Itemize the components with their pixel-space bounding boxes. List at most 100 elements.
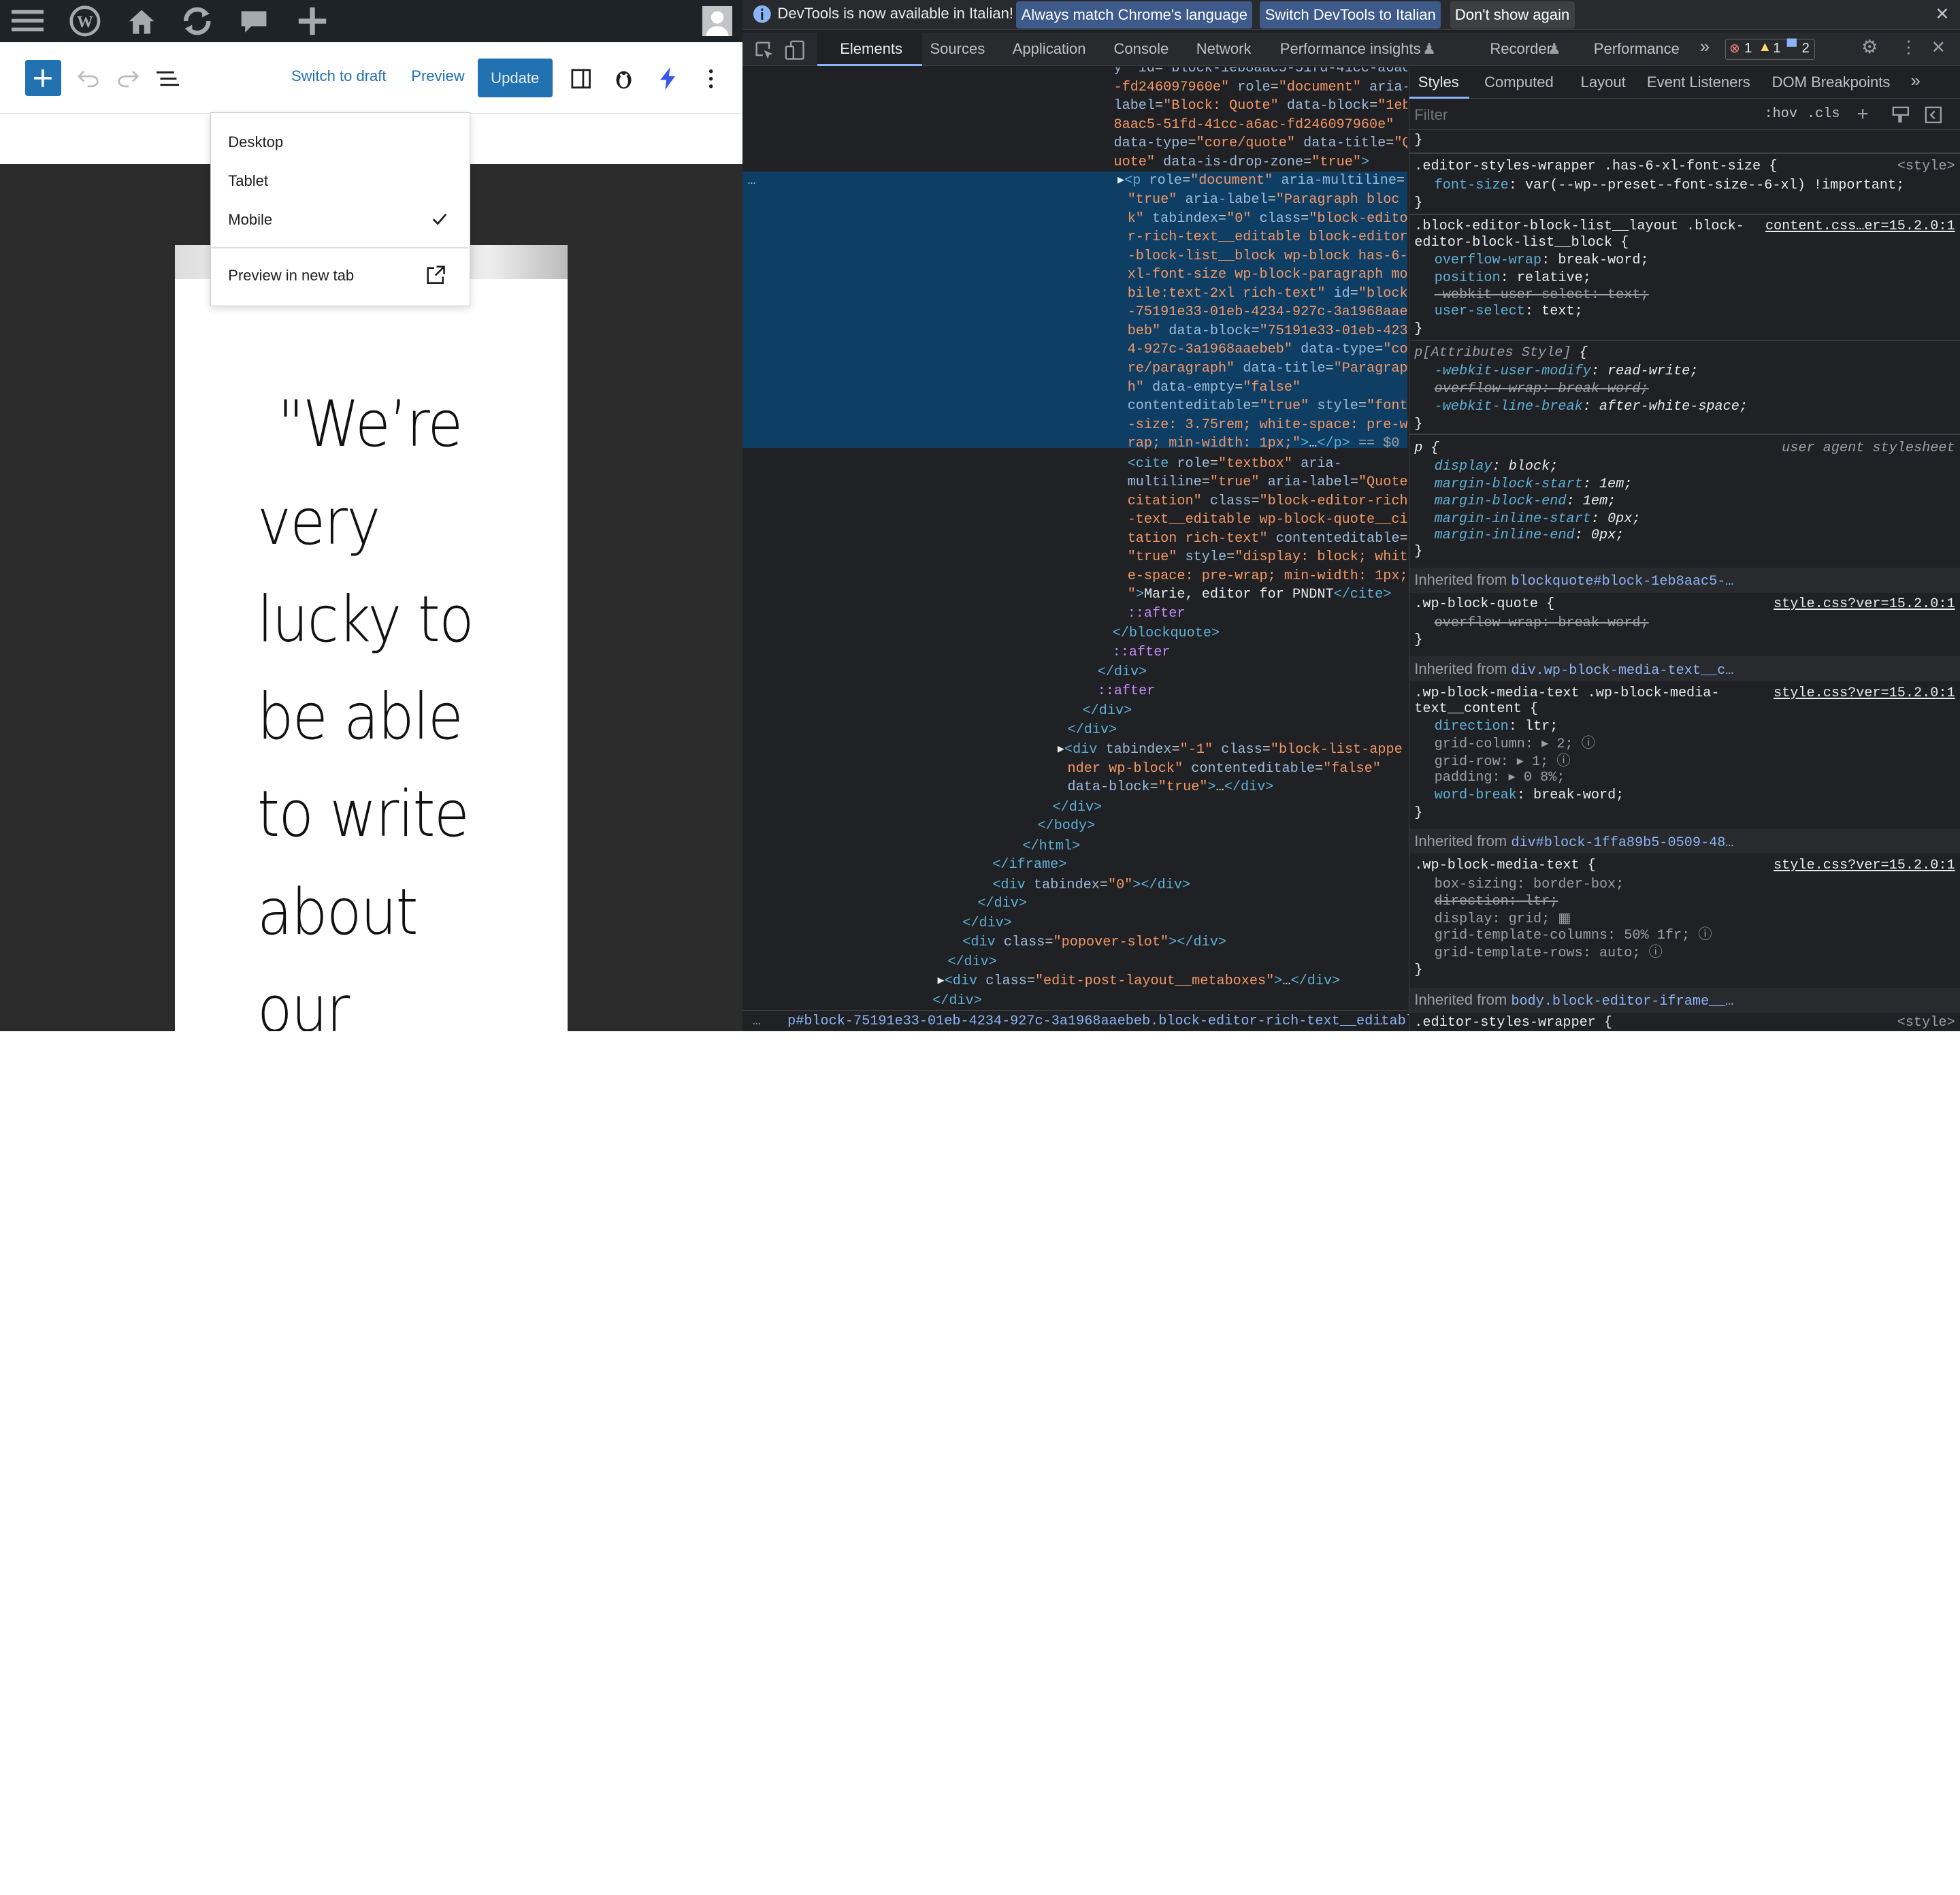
add-block-button[interactable] <box>24 60 61 97</box>
inherited-selector[interactable]: div#block-1ffa89b5-0509-48… <box>1511 835 1733 851</box>
settings-gear-icon[interactable]: ⚙ <box>1861 36 1878 58</box>
redo-button[interactable] <box>114 65 141 93</box>
inherited-selector[interactable]: body.block-editor-iframe__… <box>1511 994 1733 1009</box>
comments-icon[interactable] <box>229 0 278 42</box>
rule-source-link[interactable]: content.css…er=15.2.0:1 <box>1765 218 1955 234</box>
preview-desktop-item[interactable]: Desktop <box>228 133 283 151</box>
preview-mobile-item[interactable]: Mobile <box>228 211 272 229</box>
tab-sources[interactable]: Sources <box>930 40 985 58</box>
inherited-selector[interactable]: div.wp-block-media-text__c… <box>1511 663 1733 679</box>
lightning-icon <box>659 67 675 91</box>
undo-button[interactable] <box>75 65 102 93</box>
new-rule-icon[interactable]: + <box>1857 103 1868 126</box>
preview-tablet-item[interactable]: Tablet <box>228 172 268 190</box>
home-icon[interactable] <box>116 0 166 42</box>
breadcrumb-path[interactable]: p#block-75191e33-01eb-4234-927c-3a1968aa… <box>787 1014 1463 1029</box>
error-count: 1 <box>1744 40 1752 56</box>
styles-filter-input[interactable] <box>1414 103 1752 127</box>
info-icon <box>753 5 771 23</box>
preview-dropdown: Desktop Tablet Mobile Preview in new tab <box>210 112 470 306</box>
more-tabs-icon[interactable]: » <box>1700 37 1710 57</box>
updates-icon[interactable] <box>172 0 222 42</box>
sidebar-icon <box>571 69 591 88</box>
devtools-tabbar: Elements Sources Application Console Net… <box>742 32 1960 67</box>
svg-text:W: W <box>77 14 93 31</box>
tab-network[interactable]: Network <box>1196 40 1252 58</box>
quote-line[interactable]: lucky to <box>257 583 474 657</box>
quote-line[interactable]: our <box>257 973 350 1031</box>
tab-computed[interactable]: Computed <box>1484 74 1554 91</box>
inherited-header: Inherited from div#block-1ffa89b5-0509-4… <box>1409 828 1960 854</box>
toggle-sidebar-icon[interactable] <box>1925 106 1942 124</box>
inherited-selector[interactable]: blockquote#block-1eb8aac5-… <box>1511 574 1733 589</box>
tab-console[interactable]: Console <box>1113 40 1169 58</box>
rule-source-link[interactable]: style.css?ver=15.2.0:1 <box>1774 858 1955 873</box>
dont-show-again-button[interactable]: Don't show again <box>1450 1 1575 29</box>
styles-pane: Styles Computed Layout Event Listeners D… <box>1408 67 1960 1032</box>
tab-performance-insights[interactable]: Performance insights <box>1280 40 1421 58</box>
plus-icon <box>34 69 52 87</box>
quote-line[interactable]: about <box>257 875 419 950</box>
quote-line[interactable]: be able <box>257 680 463 754</box>
more-tabs-icon[interactable]: » <box>1910 71 1920 91</box>
redo-icon <box>118 70 139 88</box>
tab-elements[interactable]: Elements <box>817 32 923 67</box>
close-infobar-icon[interactable]: ✕ <box>1935 4 1950 25</box>
settings-sidebar-button[interactable] <box>568 65 595 93</box>
flask-icon: ♟ <box>1547 39 1561 57</box>
avatar[interactable] <box>693 0 742 42</box>
devtools-panel: DevTools is now available in Italian! Al… <box>742 0 1960 1032</box>
preview-new-tab-item[interactable]: Preview in new tab <box>228 267 354 285</box>
message-count: 2 <box>1801 40 1810 56</box>
rule-source-link[interactable]: style.css?ver=15.2.0:1 <box>1774 685 1955 701</box>
always-match-language-button[interactable]: Always match Chrome's language <box>1016 1 1253 29</box>
tab-elements-label: Elements <box>840 39 903 57</box>
inspect-element-icon[interactable] <box>754 40 774 60</box>
message-icon: ▀ <box>1786 39 1797 54</box>
tab-styles[interactable]: Styles <box>1409 67 1470 99</box>
rule-source: <style> <box>1897 1015 1955 1031</box>
elements-tree[interactable]: y" id="block-1eb8aac5-51fd-41cc-a6ac -fd… <box>742 67 1408 1011</box>
devtools-infobar: DevTools is now available in Italian! Al… <box>742 0 1960 31</box>
quote-line[interactable]: to write <box>257 777 470 852</box>
list-view-button[interactable] <box>154 65 181 93</box>
close-devtools-icon[interactable]: ✕ <box>1931 37 1946 58</box>
rule-source: user agent stylesheet <box>1782 440 1955 456</box>
wordpress-logo-icon[interactable]: W <box>60 0 110 42</box>
quote-line[interactable]: "We’re <box>278 387 463 461</box>
jetpack-button[interactable] <box>654 65 681 93</box>
quote-line[interactable]: very <box>257 485 380 560</box>
tab-recorder[interactable]: Recorder <box>1490 40 1552 58</box>
preview-button[interactable]: Preview <box>411 67 464 85</box>
more-vertical-icon <box>709 69 713 88</box>
tab-event-listeners[interactable]: Event Listeners <box>1647 74 1750 91</box>
tab-application[interactable]: Application <box>1013 40 1086 58</box>
penguin-icon <box>616 71 632 89</box>
wp-admin-bar: W <box>0 0 742 43</box>
rule-source: <style> <box>1897 159 1955 175</box>
styles-filter-bar: :hov .cls + <box>1409 100 1960 130</box>
breadcrumb[interactable]: … p#block-75191e33-01eb-4234-927c-3a1968… <box>742 1010 1463 1032</box>
plugin-button[interactable] <box>610 65 637 93</box>
inherited-header: Inherited from body.block-editor-iframe_… <box>1409 987 1960 1013</box>
paint-icon[interactable] <box>1892 106 1910 124</box>
rule-source-link[interactable]: style.css?ver=15.2.0:1 <box>1774 596 1955 612</box>
switch-to-draft-button[interactable]: Switch to draft <box>291 67 387 85</box>
switch-to-italian-button[interactable]: Switch DevTools to Italian <box>1260 1 1441 29</box>
tab-layout[interactable]: Layout <box>1581 74 1626 91</box>
options-button[interactable] <box>698 65 725 93</box>
hov-toggle[interactable]: :hov <box>1765 106 1797 122</box>
issues-counter[interactable]: ⊗ 1 ▲ 1 ▀ 2 <box>1725 38 1815 61</box>
cls-toggle[interactable]: .cls <box>1807 106 1840 122</box>
inherited-header: Inherited from div.wp-block-media-text__… <box>1409 656 1960 681</box>
device-toolbar-icon[interactable] <box>785 40 805 60</box>
new-content-icon[interactable] <box>287 0 337 42</box>
styles-tabbar: Styles Computed Layout Event Listeners D… <box>1409 67 1960 99</box>
more-vertical-icon[interactable]: ⋮ <box>1900 37 1918 58</box>
tab-dom-breakpoints[interactable]: DOM Breakpoints <box>1772 74 1891 91</box>
update-button[interactable]: Update <box>477 59 553 98</box>
flask-icon: ♟ <box>1422 39 1436 57</box>
undo-icon <box>77 70 99 88</box>
tab-performance[interactable]: Performance <box>1594 40 1680 58</box>
menu-icon[interactable] <box>3 0 52 42</box>
